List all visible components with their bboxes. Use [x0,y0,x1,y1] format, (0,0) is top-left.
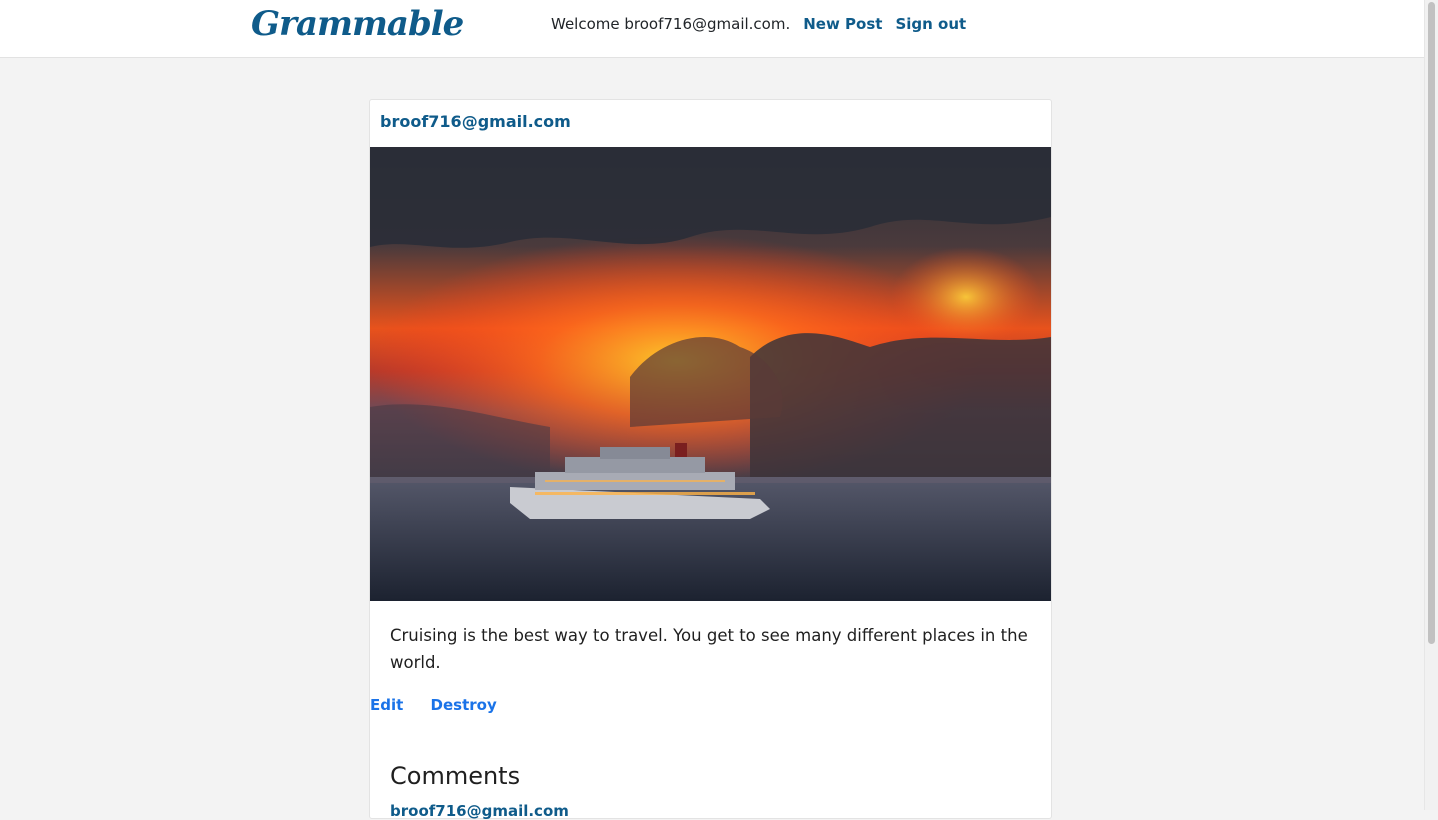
destroy-link[interactable]: Destroy [431,696,497,714]
comment-item: broof716@gmail.com [390,802,569,820]
top-navbar: Grammable Welcome broof716@gmail.com. Ne… [0,0,1424,58]
post-author-link[interactable]: broof716@gmail.com [380,112,571,131]
welcome-text: Welcome broof716@gmail.com. [551,15,791,33]
post-card: broof716@gmail.com Cruising is the best … [369,99,1052,820]
new-post-link[interactable]: New Post [803,15,882,33]
post-actions: Edit Destroy [370,696,519,714]
brand-logo[interactable]: Grammable [251,4,464,44]
edit-link[interactable]: Edit [370,696,403,714]
comments-heading: Comments [390,762,521,790]
scrollbar-thumb[interactable] [1428,2,1435,644]
post-image [370,147,1051,601]
sign-out-link[interactable]: Sign out [895,15,966,33]
page-scrollbar[interactable] [1424,0,1438,810]
post-caption: Cruising is the best way to travel. You … [390,626,1028,672]
nav-right: Welcome broof716@gmail.com. New Post Sig… [551,15,966,33]
comment-user[interactable]: broof716@gmail.com [390,802,569,820]
